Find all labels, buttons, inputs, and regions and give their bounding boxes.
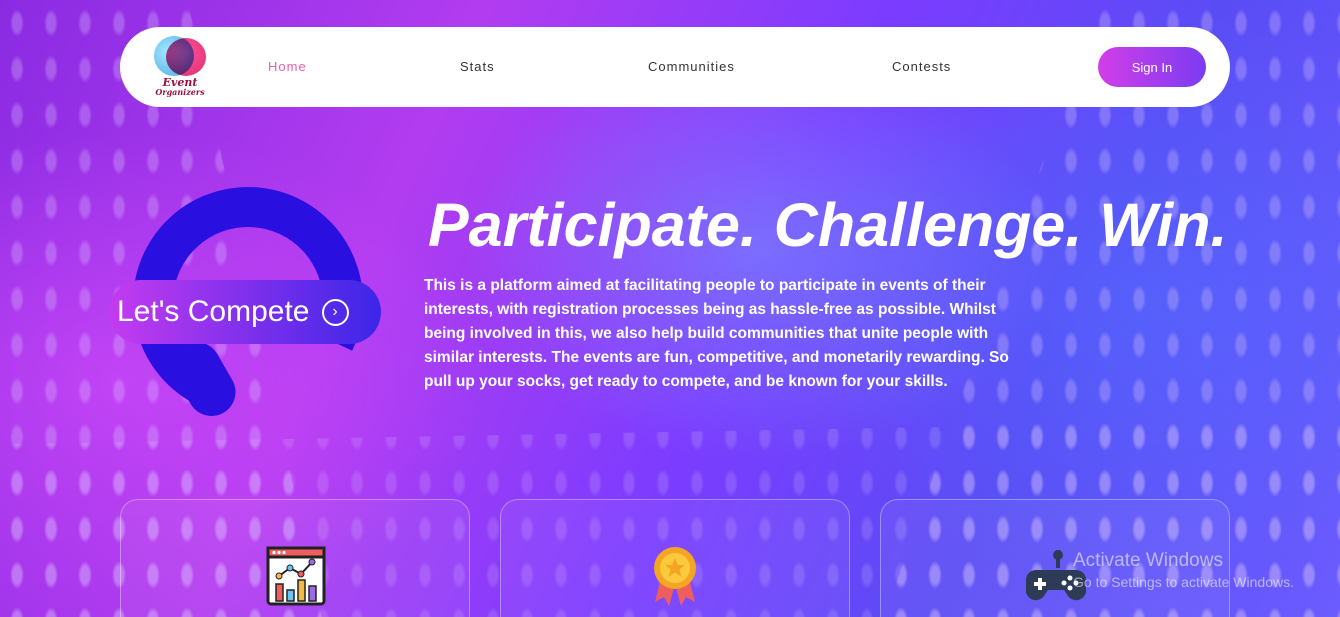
logo-text-line2: Organizers — [155, 87, 205, 97]
navbar: Event Organizers Home Stats Communities … — [120, 27, 1230, 107]
sign-in-button[interactable]: Sign In — [1098, 47, 1206, 87]
lets-compete-button[interactable]: Let's Compete › — [109, 280, 381, 344]
feature-card-medal[interactable] — [500, 499, 850, 617]
medal-icon — [654, 547, 696, 606]
nav-link-communities[interactable]: Communities — [648, 59, 735, 74]
analytics-chart-icon — [266, 546, 326, 606]
logo[interactable]: Event Organizers — [148, 34, 212, 100]
hero-description: This is a platform aimed at facilitating… — [424, 277, 1009, 390]
hero-title: Participate. Challenge. Win. — [428, 191, 1228, 259]
logo-circle-pink — [166, 38, 206, 76]
chevron-right-circle-icon: › — [321, 298, 349, 326]
lets-compete-label: Let's Compete — [117, 295, 310, 328]
feature-card-stats[interactable] — [120, 499, 470, 617]
watermark-title: Activate Windows — [1073, 550, 1223, 571]
windows-activation-watermark: Activate Windows Go to Settings to activ… — [1073, 550, 1294, 590]
nav-link-stats[interactable]: Stats — [460, 59, 495, 74]
watermark-subtitle: Go to Settings to activate Windows. — [1073, 574, 1294, 590]
nav-link-contests[interactable]: Contests — [892, 59, 951, 74]
nav-link-home[interactable]: Home — [268, 59, 307, 74]
